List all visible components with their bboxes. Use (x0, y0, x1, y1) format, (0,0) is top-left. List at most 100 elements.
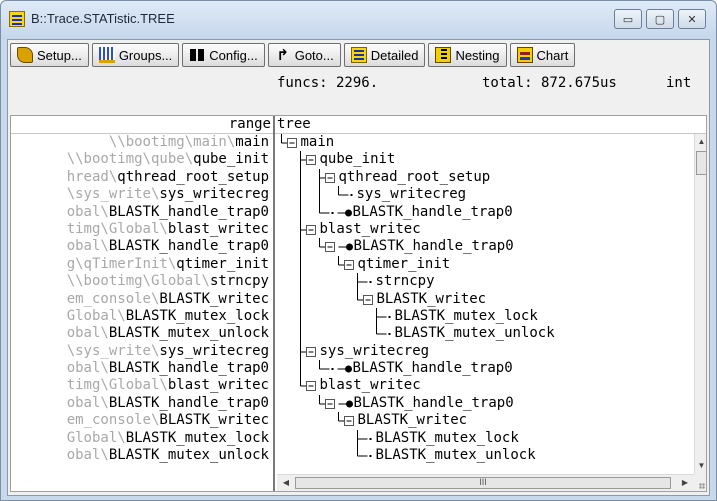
trap-marker-icon (346, 400, 353, 408)
setup-button[interactable]: Setup... (10, 43, 89, 67)
groups-icon (98, 47, 115, 63)
window-title: B::Trace.STATistic.TREE (31, 11, 175, 26)
trap-marker-icon (346, 243, 353, 251)
leaf-node-dot-icon (331, 211, 334, 214)
tree-node-label: BLASTK_handle_trap0 (353, 394, 514, 411)
range-column-header[interactable]: range (11, 116, 271, 132)
range-path-prefix: \\bootimg\main\ (108, 134, 236, 150)
detailed-button[interactable]: Detailed (343, 43, 426, 67)
range-row[interactable]: em_console\BLASTK_writec (11, 412, 269, 429)
vertical-scrollbar[interactable]: ▲ ▼ (694, 134, 706, 474)
resize-grip-icon[interactable] (694, 474, 706, 491)
range-function-name: strncpy (209, 273, 269, 290)
tree-node[interactable]: BLASTK_mutex_unlock (277, 447, 697, 464)
minimize-button[interactable]: ▭ (614, 9, 642, 29)
tree-node[interactable]: BLASTK_handle_trap0 (277, 203, 697, 222)
goto-button-label: Goto... (294, 47, 334, 63)
range-row[interactable]: obal\BLASTK_mutex_unlock (11, 325, 269, 342)
column-divider[interactable] (273, 116, 275, 491)
scroll-right-arrow-icon[interactable]: ▶ (679, 477, 691, 489)
tree-node-label: blast_writec (319, 220, 421, 237)
range-row[interactable]: obal\BLASTK_handle_trap0 (11, 238, 269, 255)
range-function-name: BLASTK_handle_trap0 (108, 394, 269, 411)
range-row[interactable]: em_console\BLASTK_writec (11, 291, 269, 308)
groups-button[interactable]: Groups... (91, 43, 180, 67)
range-row[interactable]: obal\BLASTK_handle_trap0 (11, 360, 269, 377)
tree-node[interactable]: blast_writec (277, 377, 697, 394)
tree-node[interactable]: sys_writecreg (277, 342, 697, 361)
tree-node-label: sys_writecreg (356, 186, 467, 203)
range-row[interactable]: \\bootimg\qube\qube_init (11, 151, 269, 168)
tree-node[interactable]: BLASTK_handle_trap0 (277, 394, 697, 412)
scroll-up-arrow-icon[interactable]: ▲ (696, 136, 706, 148)
maximize-button[interactable]: ▢ (646, 9, 674, 29)
scroll-left-arrow-icon[interactable]: ◀ (280, 477, 292, 489)
range-function-name: BLASTK_mutex_lock (125, 429, 269, 446)
tree-node[interactable]: main (277, 134, 697, 151)
title-bar[interactable]: B::Trace.STATistic.TREE ▭ ▢ ✕ (1, 1, 716, 39)
tree-node-label: BLASTK_mutex_unlock (394, 325, 555, 342)
range-row[interactable]: \\bootimg\Global\strncpy (11, 273, 269, 290)
tree-node[interactable]: qthread_root_setup (277, 168, 697, 187)
tree-node-label: BLASTK_handle_trap0 (352, 360, 513, 377)
range-path-prefix: \sys_write\ (66, 186, 160, 203)
range-row[interactable]: obal\BLASTK_handle_trap0 (11, 395, 269, 412)
config-button[interactable]: Config... (182, 43, 265, 67)
range-path-prefix: em_console\ (66, 412, 160, 429)
tree-node[interactable]: BLASTK_handle_trap0 (277, 360, 697, 379)
leaf-node-dot-icon (350, 194, 353, 197)
tree-node[interactable]: BLASTK_writec (277, 412, 697, 429)
range-path-prefix: \sys_write\ (66, 342, 160, 359)
tree-node[interactable]: BLASTK_writec (277, 290, 697, 309)
nesting-button[interactable]: Nesting (428, 43, 507, 67)
close-button[interactable]: ✕ (678, 9, 706, 29)
tree-connector-lines (300, 290, 373, 309)
range-row[interactable]: Global\BLASTK_mutex_lock (11, 308, 269, 325)
tree-node[interactable]: blast_writec (277, 220, 697, 239)
vertical-scroll-thumb[interactable] (696, 151, 706, 175)
range-row[interactable]: hread\qthread_root_setup (11, 169, 269, 186)
range-row[interactable]: obal\BLASTK_handle_trap0 (11, 204, 269, 221)
funcs-count: funcs: 2296. (277, 75, 379, 91)
tree-node-label: BLASTK_mutex_lock (394, 307, 538, 324)
range-row[interactable]: obal\BLASTK_mutex_unlock (11, 447, 269, 464)
tree-node[interactable]: BLASTK_handle_trap0 (277, 238, 697, 257)
range-row[interactable]: \sys_write\sys_writecreg (11, 343, 269, 360)
range-function-name: BLASTK_handle_trap0 (108, 238, 269, 255)
chart-button[interactable]: Chart (509, 43, 576, 67)
tree-connector-lines (300, 255, 354, 274)
chart-button-label: Chart (536, 47, 569, 63)
tree-connector-lines (300, 186, 353, 205)
range-row[interactable]: \sys_write\sys_writecreg (11, 186, 269, 203)
range-row[interactable]: g\qTimerInit\qtimer_init (11, 256, 269, 273)
tree-connector-lines (281, 134, 297, 148)
horizontal-scrollbar[interactable]: ◀ III ▶ (277, 474, 694, 491)
trap-marker-icon (345, 365, 352, 373)
range-row[interactable]: Global\BLASTK_mutex_lock (11, 430, 269, 447)
range-path-prefix: \\bootimg\Global\ (66, 273, 210, 290)
horizontal-scroll-thumb[interactable]: III (295, 477, 671, 489)
range-path-prefix: timg\Global\ (66, 220, 168, 237)
range-function-name: qtimer_init (176, 255, 269, 272)
range-path-prefix: obal\ (66, 325, 109, 342)
range-row[interactable]: timg\Global\blast_writec (11, 221, 269, 238)
range-function-name: BLASTK_handle_trap0 (108, 203, 269, 220)
tree-column-header[interactable]: tree (277, 116, 311, 132)
scroll-down-arrow-icon[interactable]: ▼ (696, 460, 706, 472)
tree-node[interactable]: strncpy (277, 273, 697, 292)
tree-node[interactable]: BLASTK_mutex_unlock (277, 325, 697, 344)
tree-node[interactable]: BLASTK_mutex_lock (277, 429, 697, 448)
truncated-column-header: int (666, 75, 692, 91)
range-function-name: BLASTK_mutex_lock (125, 307, 269, 324)
tree-node[interactable]: BLASTK_mutex_lock (277, 307, 697, 326)
tree-node[interactable]: qube_init (277, 151, 697, 170)
goto-button[interactable]: ↱ Goto... (267, 43, 341, 67)
tree-node-label: qtimer_init (357, 255, 451, 272)
tree-node[interactable]: sys_writecreg (277, 186, 697, 205)
range-row[interactable]: timg\Global\blast_writec (11, 377, 269, 394)
range-function-name: BLASTK_mutex_unlock (108, 447, 269, 464)
range-function-name: qthread_root_setup (117, 168, 269, 185)
wrench-icon (17, 47, 33, 63)
tree-node[interactable]: qtimer_init (277, 255, 697, 274)
range-row[interactable]: \\bootimg\main\main (11, 134, 269, 151)
